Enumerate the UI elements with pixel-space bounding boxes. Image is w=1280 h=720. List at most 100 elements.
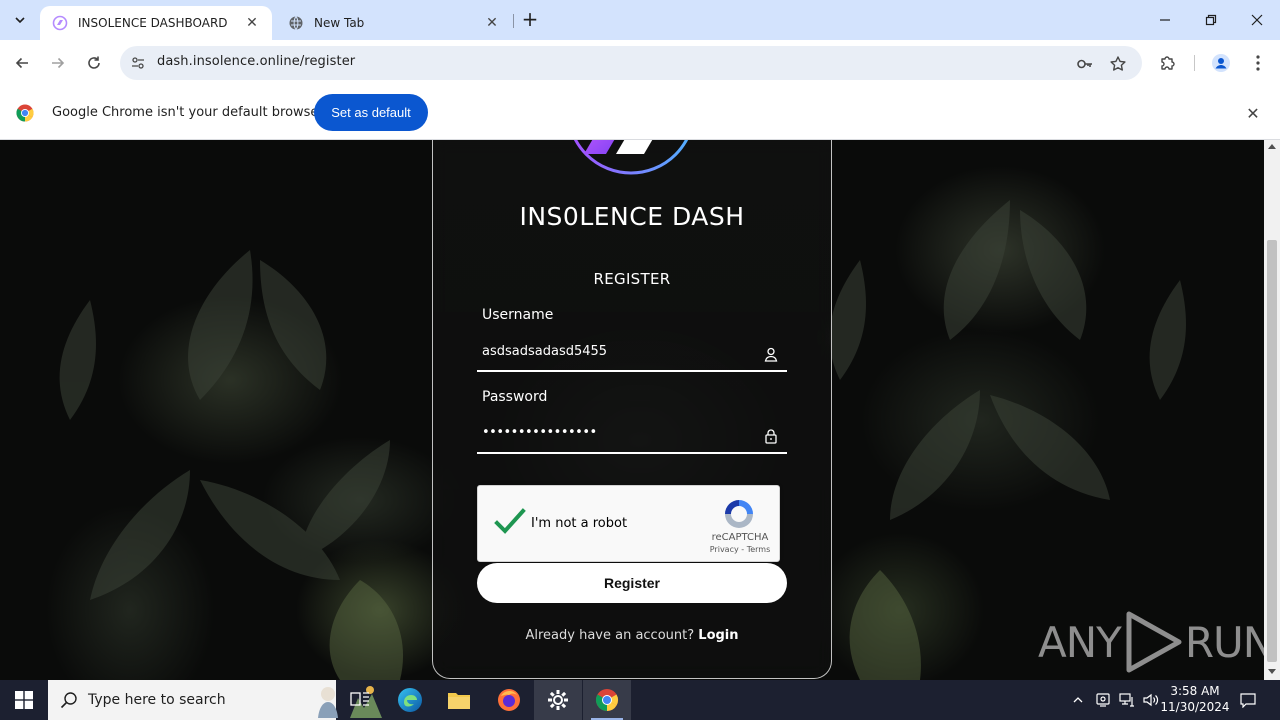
insolence-logo-icon	[573, 140, 689, 175]
search-icon	[60, 692, 77, 709]
login-prompt-text: Already have an account?	[525, 628, 695, 643]
scrollbar-thumb[interactable]	[1267, 240, 1277, 662]
chrome-logo-icon	[16, 104, 34, 122]
scroll-down-arrow-icon[interactable]	[1268, 669, 1276, 674]
site-info-icon[interactable]	[130, 55, 146, 71]
gear-icon	[548, 690, 568, 710]
recaptcha-logo-icon	[725, 500, 753, 528]
login-prompt: Already have an account? Login	[432, 628, 832, 643]
webcam-icon	[1096, 693, 1110, 707]
chevron-up-icon	[1073, 697, 1083, 703]
toolbar-divider	[1194, 55, 1195, 71]
recaptcha-brand: reCAPTCHA	[711, 532, 769, 543]
start-button[interactable]	[0, 680, 48, 720]
new-tab-button[interactable]: +	[520, 9, 540, 30]
page-title: REGISTER	[593, 270, 671, 288]
notification-icon	[1240, 693, 1256, 708]
profile-button[interactable]	[1210, 52, 1232, 74]
anyrun-watermark: ANY RUN	[1038, 610, 1264, 674]
password-value: ••••••••••••••••	[482, 425, 597, 440]
forward-button[interactable]	[46, 51, 70, 75]
login-link[interactable]: Login	[698, 628, 738, 643]
page-scrollbar[interactable]	[1264, 140, 1280, 680]
play-triangle-icon	[1126, 611, 1182, 673]
minimize-icon	[1160, 19, 1170, 21]
tab-divider	[513, 14, 514, 28]
recaptcha-links[interactable]: Privacy - Terms	[704, 545, 776, 554]
chrome-menu-button[interactable]	[1247, 52, 1269, 74]
folder-icon	[448, 693, 470, 709]
address-bar[interactable]: dash.insolence.online/register	[120, 46, 1142, 80]
tab-insolence-dashboard[interactable]: INSOLENCE DASHBOARD ✕	[40, 6, 272, 40]
extensions-button[interactable]	[1157, 52, 1179, 74]
username-input[interactable]: asdsadsadasd5455	[477, 338, 787, 372]
password-input[interactable]: ••••••••••••••••	[477, 420, 787, 454]
url-text: dash.insolence.online/register	[157, 54, 356, 69]
search-placeholder: Type here to search	[88, 692, 226, 708]
arrow-left-icon	[15, 57, 28, 69]
globe-icon	[288, 15, 304, 31]
task-view-button[interactable]	[336, 680, 384, 720]
username-label: Username	[482, 307, 554, 323]
reload-icon	[88, 56, 100, 69]
close-infobar-icon[interactable]: ✕	[1244, 104, 1262, 123]
chevron-down-icon	[15, 17, 25, 24]
show-hidden-icons-button[interactable]	[1068, 680, 1088, 720]
taskbar-chrome[interactable]	[583, 680, 631, 720]
infobar-message: Google Chrome isn't your default browser	[52, 105, 324, 120]
username-value: asdsadsadasd5455	[482, 344, 608, 359]
avatar-icon	[1212, 54, 1230, 72]
puzzle-icon	[1161, 56, 1175, 70]
close-tab-icon[interactable]: ✕	[484, 15, 500, 31]
register-button[interactable]: Register	[477, 563, 787, 603]
restore-icon	[1205, 14, 1217, 26]
tab-title: New Tab	[314, 16, 365, 30]
user-icon	[764, 347, 778, 362]
tab-title: INSOLENCE DASHBOARD	[78, 16, 228, 30]
minimize-button[interactable]	[1142, 0, 1188, 40]
taskbar-search-box[interactable]: Type here to search	[48, 680, 382, 720]
firefox-icon	[498, 689, 520, 711]
arrow-right-icon	[52, 57, 65, 69]
taskbar-edge[interactable]	[386, 680, 434, 720]
clock-date: 11/30/2024	[1160, 700, 1230, 714]
tab-search-button[interactable]	[8, 8, 32, 32]
default-browser-infobar: Google Chrome isn't your default browser…	[0, 86, 1280, 140]
tray-network[interactable]	[1117, 680, 1137, 720]
action-center-button[interactable]	[1236, 680, 1260, 720]
windows-logo-icon	[15, 691, 33, 709]
tray-meet-now[interactable]	[1093, 680, 1113, 720]
lock-icon	[765, 429, 777, 444]
chrome-icon	[596, 689, 618, 711]
checkmark-icon[interactable]	[494, 506, 526, 538]
bookmark-star-icon[interactable]	[1109, 55, 1127, 73]
back-button[interactable]	[10, 51, 34, 75]
captcha-label: I'm not a robot	[531, 516, 628, 531]
password-key-icon[interactable]	[1076, 55, 1094, 73]
restore-button[interactable]	[1188, 0, 1234, 40]
clock-time: 3:58 AM	[1170, 684, 1220, 698]
watermark-left: ANY	[1038, 617, 1122, 667]
taskbar-file-explorer[interactable]	[435, 680, 483, 720]
task-view-icon	[350, 692, 369, 706]
tab-new-tab[interactable]: New Tab ✕	[276, 6, 512, 40]
close-tab-icon[interactable]: ✕	[244, 15, 260, 31]
insolence-favicon-icon	[52, 15, 68, 31]
windows-taskbar: Type here to search 3:58 AM 11/30/2024	[0, 680, 1280, 720]
taskbar-clock[interactable]: 3:58 AM 11/30/2024	[1158, 683, 1232, 715]
taskbar-settings[interactable]	[534, 680, 582, 720]
speaker-icon	[1143, 693, 1159, 707]
taskbar-firefox[interactable]	[485, 680, 533, 720]
recaptcha-widget[interactable]: I'm not a robot reCAPTCHA Privacy - Term…	[477, 485, 780, 562]
brand-title: INS0LENCE DASH	[519, 202, 745, 231]
page-viewport: INS0LENCE DASH REGISTER Username asdsads…	[0, 140, 1264, 680]
more-vertical-icon	[1256, 55, 1260, 71]
scroll-up-arrow-icon[interactable]	[1268, 144, 1276, 149]
browser-toolbar: dash.insolence.online/register	[0, 40, 1280, 86]
set-as-default-button[interactable]: Set as default	[314, 94, 428, 131]
tab-strip: INSOLENCE DASHBOARD ✕ New Tab ✕ +	[0, 0, 1280, 40]
reload-button[interactable]	[82, 51, 106, 75]
close-window-button[interactable]	[1234, 0, 1280, 40]
password-label: Password	[482, 389, 548, 405]
network-icon	[1119, 693, 1134, 707]
